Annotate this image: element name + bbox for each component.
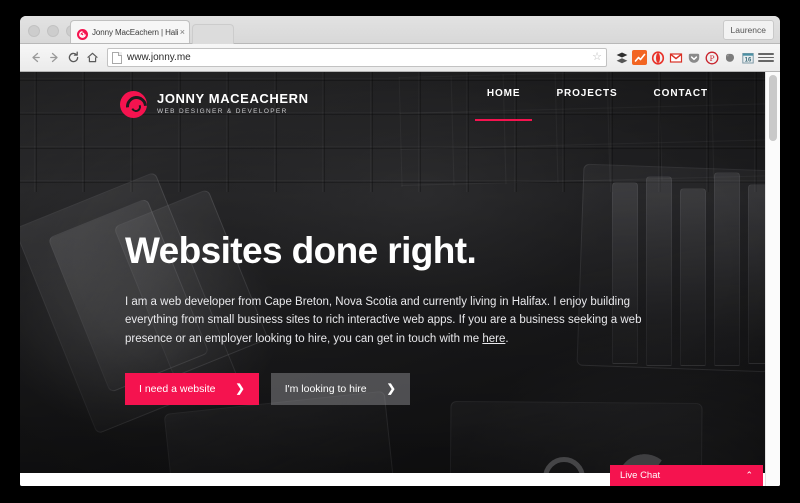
nav-item-home[interactable]: HOME — [474, 88, 532, 121]
nav-item-projects[interactable]: PROJECTS — [556, 88, 617, 121]
hero-section: Websites done right. I am a web develope… — [125, 230, 685, 405]
hero-contact-link[interactable]: here — [482, 333, 505, 345]
nav-item-contact[interactable]: CONTACT — [654, 88, 708, 121]
address-bar[interactable]: www.jonny.me ☆ — [107, 48, 607, 67]
reload-icon[interactable] — [64, 48, 83, 67]
bookmark-star-icon[interactable]: ☆ — [592, 52, 602, 63]
evernote-icon[interactable] — [722, 50, 737, 65]
home-icon[interactable] — [83, 48, 102, 67]
button-label: I'm looking to hire — [284, 382, 367, 395]
pinterest-icon[interactable]: P — [704, 50, 719, 65]
chrome-menu-button[interactable] — [758, 50, 774, 66]
close-window-button[interactable] — [28, 25, 40, 37]
page-scrollbar[interactable] — [765, 72, 780, 486]
browser-tab-title: Jonny MacEachern | Halifax — [92, 27, 178, 37]
browser-window: Jonny MacEachern | Halifax × Laurence ww… — [20, 16, 780, 486]
calendar-icon[interactable]: 16 — [740, 50, 755, 65]
i-need-a-website-button[interactable]: I need a website ❯ — [125, 372, 259, 405]
spiral-logo-icon — [120, 90, 147, 118]
gmail-icon[interactable] — [668, 50, 683, 65]
brand-text: JONNY MACEACHERN WEB DESIGNER & DEVELOPE… — [157, 90, 309, 116]
live-chat-widget[interactable]: Live Chat ⌃ — [610, 465, 763, 486]
button-label: I need a website — [139, 382, 216, 395]
hero-paragraph: I am a web developer from Cape Breton, N… — [125, 293, 665, 349]
minimize-window-button[interactable] — [47, 25, 59, 37]
hero-paragraph-text: I am a web developer from Cape Breton, N… — [125, 295, 642, 346]
page-info-icon — [112, 51, 122, 64]
back-arrow-icon[interactable] — [26, 48, 45, 67]
spiral-favicon — [77, 26, 88, 40]
live-chat-label: Live Chat — [620, 470, 661, 481]
brand-tagline: WEB DESIGNER & DEVELOPER — [157, 107, 288, 115]
url-text[interactable]: www.jonny.me — [127, 52, 592, 63]
chevron-right-icon: ❯ — [235, 383, 245, 396]
browser-tab-active[interactable]: Jonny MacEachern | Halifax × — [70, 20, 190, 43]
hero-paragraph-end: . — [505, 333, 509, 346]
svg-text:P: P — [709, 54, 714, 63]
opera-icon[interactable] — [650, 50, 665, 65]
forward-arrow-icon[interactable] — [45, 48, 64, 67]
chevron-up-icon[interactable]: ⌃ — [745, 471, 753, 480]
buffer-icon[interactable] — [614, 50, 629, 65]
site-header: JONNY MACEACHERN WEB DESIGNER & DEVELOPE… — [20, 72, 780, 136]
scrollbar-thumb[interactable] — [769, 75, 777, 141]
profile-button[interactable]: Laurence — [722, 20, 774, 40]
close-icon[interactable]: × — [178, 27, 185, 37]
hero-cta-row: I need a website ❯ I'm looking to hire ❯ — [125, 372, 685, 405]
site-nav: HOME PROJECTS CONTACT — [474, 88, 760, 121]
im-looking-to-hire-button[interactable]: I'm looking to hire ❯ — [270, 372, 410, 405]
hero-headline: Websites done right. — [125, 230, 477, 271]
analytics-chart-icon[interactable] — [632, 50, 647, 65]
new-tab-button[interactable] — [192, 24, 234, 44]
pocket-icon[interactable] — [686, 50, 701, 65]
chevron-right-icon: ❯ — [386, 383, 396, 396]
extensions-row: P 16 — [612, 50, 755, 65]
browser-toolbar: www.jonny.me ☆ P 16 — [20, 44, 780, 72]
browser-tab-strip: Jonny MacEachern | Halifax × Laurence — [20, 16, 780, 44]
brand-block[interactable]: JONNY MACEACHERN WEB DESIGNER & DEVELOPE… — [120, 90, 309, 118]
svg-text:16: 16 — [744, 57, 751, 63]
brand-name: JONNY MACEACHERN — [157, 90, 309, 106]
page-viewport: Quark a JONNY MACEACHERN WEB DESIGNER & … — [20, 72, 780, 486]
